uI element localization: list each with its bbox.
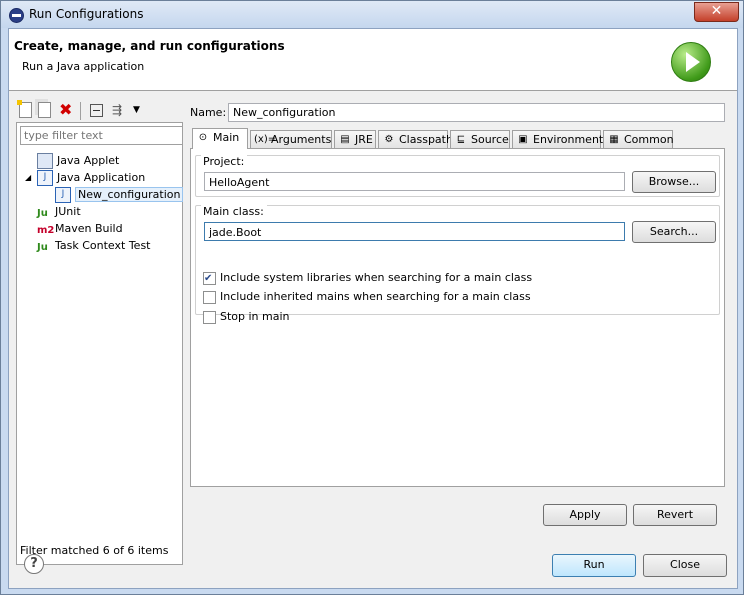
filter-input[interactable] (20, 126, 183, 145)
header-subtitle: Run a Java application (22, 60, 145, 73)
java-application-icon: J (37, 170, 53, 186)
include-system-libraries-checkbox[interactable]: Include system libraries when searching … (203, 270, 532, 286)
tab-arguments[interactable]: (x)=Arguments (250, 130, 332, 148)
tree-item-label: Maven Build (55, 222, 123, 235)
junit-icon: Ju (37, 208, 48, 219)
arguments-tab-icon: (x)= (254, 134, 277, 145)
dialog-header: Create, manage, and run configurations R… (9, 29, 737, 91)
classpath-tab-icon: ⚙ (384, 134, 394, 145)
name-label: Name: (190, 106, 227, 119)
maven-icon: m2 (37, 225, 55, 236)
project-label: Project: (201, 155, 248, 168)
task-context-test-icon: Ju (37, 242, 48, 253)
tree-expand-arrow-icon[interactable]: ◢ (25, 169, 31, 186)
run-button[interactable]: Run (552, 554, 636, 577)
delete-configuration-icon[interactable]: ✖ (59, 102, 75, 118)
configurations-toolbar: ✖ ⇶ ▼ (16, 100, 186, 122)
project-group: Project: HelloAgent Browse... (195, 155, 720, 197)
stop-in-main-checkbox[interactable]: Stop in main (203, 309, 290, 324)
browse-button[interactable]: Browse... (632, 171, 716, 193)
main-tab-icon: ⊙ (198, 132, 208, 143)
title-bar[interactable]: Run Configurations ✕ (1, 1, 743, 28)
tree-item-java-application[interactable]: ◢ J Java Application (25, 169, 146, 186)
eclipse-icon (9, 8, 24, 23)
java-application-icon: J (55, 187, 71, 203)
filter-status: Filter matched 6 of 6 items (20, 544, 169, 557)
tree-item-label: Java Applet (57, 154, 120, 167)
apply-button[interactable]: Apply (543, 504, 627, 526)
filter-configurations-icon[interactable]: ⇶ (112, 102, 128, 118)
tree-item-maven-build[interactable]: m2Maven Build (37, 220, 123, 237)
header-title: Create, manage, and run configurations (14, 39, 285, 53)
configuration-tabs: ⊙ Main (x)=Arguments ▤ JRE ⚙ Classpath ⊑ Sou… (190, 128, 723, 149)
close-button[interactable]: Close (643, 554, 727, 577)
tree-item-label: Java Application (57, 171, 146, 184)
search-button[interactable]: Search... (632, 221, 716, 243)
window-title: Run Configurations (29, 7, 144, 21)
help-icon[interactable]: ? (24, 554, 44, 574)
jre-tab-icon: ▤ (340, 134, 350, 145)
tab-environment[interactable]: ▣ Environment (512, 130, 603, 148)
environment-tab-icon: ▣ (518, 134, 528, 145)
tab-common[interactable]: ▦ Common (603, 130, 674, 148)
revert-button[interactable]: Revert (633, 504, 717, 526)
duplicate-configuration-icon[interactable] (38, 102, 51, 118)
collapse-all-icon[interactable] (90, 104, 103, 117)
tree-item-task-context-test[interactable]: Ju Task Context Test (37, 237, 151, 254)
java-applet-icon (37, 153, 53, 169)
checkbox-unchecked-icon (203, 290, 216, 304)
common-tab-icon: ▦ (609, 134, 619, 145)
main-tab-content: Project: HelloAgent Browse... Main class… (190, 148, 725, 487)
project-input[interactable]: HelloAgent (204, 172, 625, 191)
run-configurations-window: Run Configurations ✕ Create, manage, and… (0, 0, 744, 595)
toolbar-separator (80, 102, 81, 120)
tree-item-label: JUnit (55, 205, 81, 218)
checkbox-unchecked-icon (203, 310, 216, 324)
configuration-name-input[interactable] (228, 103, 725, 122)
tree-item-new-configuration[interactable]: J New_configuration (55, 186, 184, 203)
dialog-client-area: Create, manage, and run configurations R… (8, 28, 738, 589)
main-class-input[interactable]: jade.Boot (204, 222, 625, 241)
tree-item-java-applet[interactable]: Java Applet (37, 152, 119, 169)
tab-classpath[interactable]: ⚙ Classpath (378, 130, 453, 148)
tab-source[interactable]: ⊑ Source (450, 130, 510, 148)
tab-jre[interactable]: ▤ JRE (334, 130, 376, 148)
view-menu-dropdown-icon[interactable]: ▼ (133, 102, 149, 118)
include-inherited-mains-checkbox[interactable]: Include inherited mains when searching f… (203, 289, 531, 304)
source-tab-icon: ⊑ (456, 134, 466, 145)
window-close-button[interactable]: ✕ (694, 2, 739, 22)
configurations-tree-panel: Java Applet ◢ J Java Application J New_con… (16, 122, 184, 565)
configuration-editor: Name: ⊙Main (x)=Arguments ▤JRE ⚙Classpat… (189, 100, 726, 563)
run-banner-icon (671, 42, 711, 82)
tree-item-junit[interactable]: Ju JUnit (37, 203, 81, 220)
tab-main[interactable]: ⊙ Main (192, 128, 248, 149)
main-class-label: Main class: (201, 205, 267, 218)
new-launch-configuration-icon[interactable] (17, 100, 32, 118)
tree-item-label: New_configuration (75, 187, 184, 202)
checkbox-checked-icon (203, 271, 216, 286)
tree-item-label: Task Context Test (55, 239, 151, 252)
